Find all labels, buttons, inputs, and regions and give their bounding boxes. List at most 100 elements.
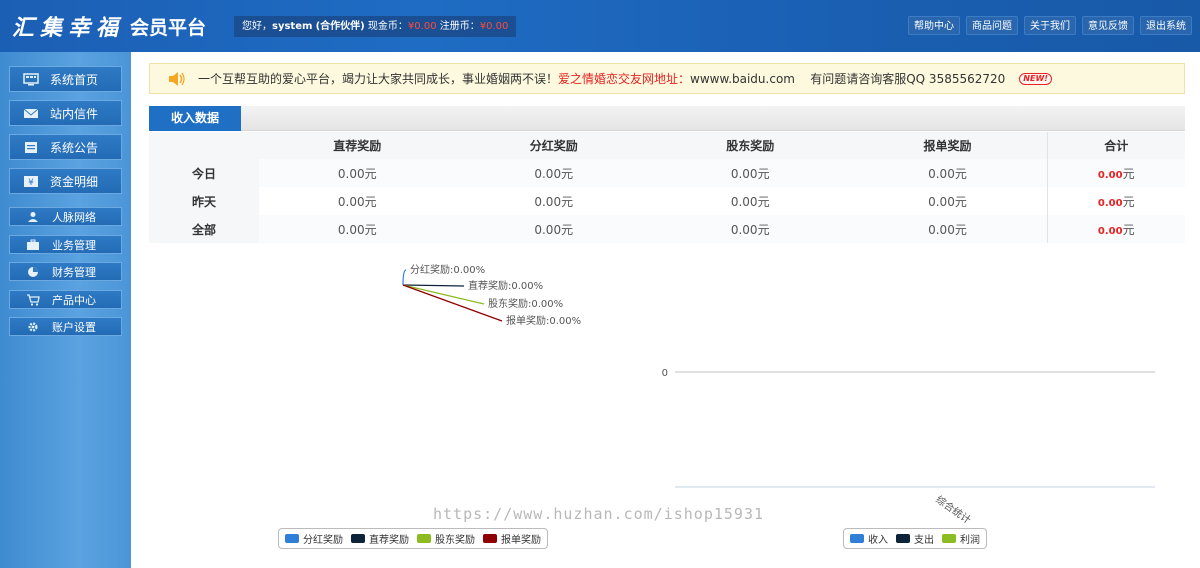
- sidebar-item-label: 产品中心: [52, 293, 96, 307]
- table-header-cell: 分红奖励: [455, 132, 652, 159]
- legend-label: 直荐奖励: [369, 535, 409, 546]
- legend-label: 利润: [960, 535, 980, 546]
- tab-income-data[interactable]: 收入数据: [149, 106, 241, 131]
- pie-leader-line: [402, 284, 465, 287]
- table-cell: 0.00元: [651, 215, 849, 243]
- bar-legend: 收入 支出 利润: [843, 528, 987, 549]
- logo[interactable]: 汇集幸福 会员平台: [12, 10, 206, 42]
- notice-icon: [22, 140, 40, 154]
- table-header-row: 直荐奖励 分红奖励 股东奖励 报单奖励 合计: [149, 132, 1185, 159]
- nav-about-button[interactable]: 关于我们: [1024, 16, 1076, 35]
- table-cell: 0.00元: [455, 215, 652, 243]
- svg-text:¥: ¥: [28, 178, 34, 188]
- legend-swatch: [896, 534, 910, 543]
- notice-bar: 一个互帮互助的爱心平台，竭力让大家共同成长，事业婚姻两不误！ 爱之情婚恋交友网地址…: [149, 63, 1185, 94]
- total-value: 0.00: [1097, 225, 1123, 237]
- sidebar-item-funds[interactable]: ¥ 资金明细: [9, 168, 122, 194]
- pie-leader-line: [402, 269, 407, 286]
- table-header-cell: [149, 132, 259, 159]
- sidebar-item-products[interactable]: 产品中心: [9, 290, 122, 309]
- income-table: 直荐奖励 分红奖励 股东奖励 报单奖励 合计 今日 0.00元 0.00元 0.…: [149, 132, 1185, 243]
- row-label: 今日: [149, 159, 259, 187]
- sidebar-item-label: 资金明细: [50, 174, 99, 189]
- notice-highlight: 爱之情婚恋交友网地址：: [558, 72, 691, 86]
- greeting: 您好，: [242, 21, 272, 32]
- username: system: [272, 21, 313, 32]
- legend-item-shareholder[interactable]: 股东奖励: [417, 531, 475, 546]
- monitor-icon: [22, 72, 40, 86]
- table-cell: 0.00元: [928, 194, 967, 209]
- legend-label: 支出: [914, 535, 934, 546]
- sidebar-item-label: 人脉网络: [52, 210, 96, 224]
- new-badge: NEW!: [1019, 72, 1052, 85]
- sidebar-item-label: 系统公告: [50, 140, 99, 155]
- sidebar-item-account[interactable]: 账户设置: [9, 317, 122, 336]
- table-cell: 0.00元: [848, 215, 1047, 243]
- notice-text: 一个互帮互助的爱心平台，竭力让大家共同成长，事业婚姻两不误！: [198, 72, 559, 86]
- pie-data-label: 直荐奖励:0.00%: [468, 279, 543, 292]
- watermark-text: https://www.huzhan.com/ishop15931: [433, 505, 765, 523]
- legend-item-order[interactable]: 报单奖励: [483, 531, 541, 546]
- notice-site-and-qq[interactable]: wwww.baidu.com 有问题请咨询客服QQ 3585562720: [690, 70, 1005, 87]
- pie-icon: [24, 265, 42, 279]
- total-unit: 元: [1122, 222, 1135, 237]
- sidebar-item-label: 系统首页: [50, 72, 99, 87]
- x-tick-label: 综合统计: [933, 493, 973, 525]
- sidebar-item-label: 财务管理: [52, 265, 96, 279]
- bar-chart: 0 综合统计: [662, 368, 1155, 525]
- sidebar-item-network[interactable]: 人脉网络: [9, 207, 122, 226]
- top-header: 汇集幸福 会员平台 您好，system (合作伙伴) 现金币：¥0.00 注册币…: [0, 0, 1200, 52]
- nav-logout-button[interactable]: 退出系统: [1140, 16, 1192, 35]
- table-row: 今日 0.00元 0.00元 0.00元 0.00元 0.00元: [149, 159, 1185, 187]
- nav-product-faq-button[interactable]: 商品问题: [966, 16, 1018, 35]
- table-cell: 0.00元: [848, 159, 1047, 187]
- reg-value: ¥0.00: [479, 21, 509, 32]
- cash-value: ¥0.00: [407, 21, 437, 32]
- sidebar-item-label: 站内信件: [50, 106, 99, 121]
- nav-feedback-button[interactable]: 意见反馈: [1082, 16, 1134, 35]
- pie-legend: 分红奖励 直荐奖励 股东奖励 报单奖励: [278, 528, 548, 549]
- sidebar-item-business[interactable]: 业务管理: [9, 235, 122, 254]
- row-label: 昨天: [149, 187, 259, 215]
- nav-help-button[interactable]: 帮助中心: [908, 16, 960, 35]
- table-cell: 0.00元: [259, 159, 456, 187]
- legend-item-dividend[interactable]: 分红奖励: [285, 531, 343, 546]
- legend-swatch: [417, 534, 431, 543]
- total-cell: 0.00元: [1046, 215, 1185, 243]
- tab-bar: 收入数据: [149, 106, 1185, 131]
- sidebar-item-mail[interactable]: 站内信件: [9, 100, 122, 126]
- sidebar-item-finance[interactable]: 财务管理: [9, 262, 122, 281]
- people-icon: [24, 210, 42, 224]
- row-label: 全部: [149, 215, 259, 243]
- total-cell: 0.00元: [1046, 187, 1185, 215]
- money-icon: ¥: [22, 174, 40, 188]
- legend-item-referral[interactable]: 直荐奖励: [351, 531, 409, 546]
- table-row: 全部 0.00元 0.00元 0.00元 0.00元 0.00元: [149, 215, 1185, 243]
- table-header-cell: 报单奖励: [848, 132, 1047, 159]
- table-cell: 0.00元: [651, 159, 849, 187]
- sidebar-item-home[interactable]: 系统首页: [9, 66, 122, 92]
- table-row: 昨天 0.00元 0.00元 0.00元 0.00元 0.00元: [149, 187, 1185, 215]
- total-value: 0.00: [1097, 197, 1123, 209]
- legend-item-income[interactable]: 收入: [850, 531, 888, 546]
- table-cell: 0.00元: [455, 159, 652, 187]
- legend-swatch: [942, 534, 956, 543]
- sidebar-item-announcement[interactable]: 系统公告: [9, 134, 122, 160]
- cart-icon: [24, 293, 42, 307]
- user-info-bar: 您好，system (合作伙伴) 现金币：¥0.00 注册币：¥0.00: [234, 16, 517, 37]
- total-unit: 元: [1122, 194, 1135, 209]
- legend-swatch: [850, 534, 864, 543]
- sidebar-item-label: 账户设置: [52, 320, 96, 334]
- legend-item-expense[interactable]: 支出: [896, 531, 934, 546]
- y-tick-label: 0: [662, 368, 668, 379]
- sidebar: 系统首页 站内信件 系统公告 ¥ 资金明细 人脉网络 业务管理 财务管理 产品中…: [0, 52, 131, 568]
- table-header-cell: 股东奖励: [651, 132, 849, 159]
- logo-title: 会员平台: [130, 16, 207, 39]
- legend-swatch: [483, 534, 497, 543]
- table-cell: 0.00元: [259, 215, 456, 243]
- gear-icon: [24, 320, 42, 334]
- sidebar-item-label: 业务管理: [52, 238, 96, 252]
- legend-item-profit[interactable]: 利润: [942, 531, 980, 546]
- speaker-icon: [168, 71, 186, 87]
- reg-label: 注册币：: [436, 21, 480, 32]
